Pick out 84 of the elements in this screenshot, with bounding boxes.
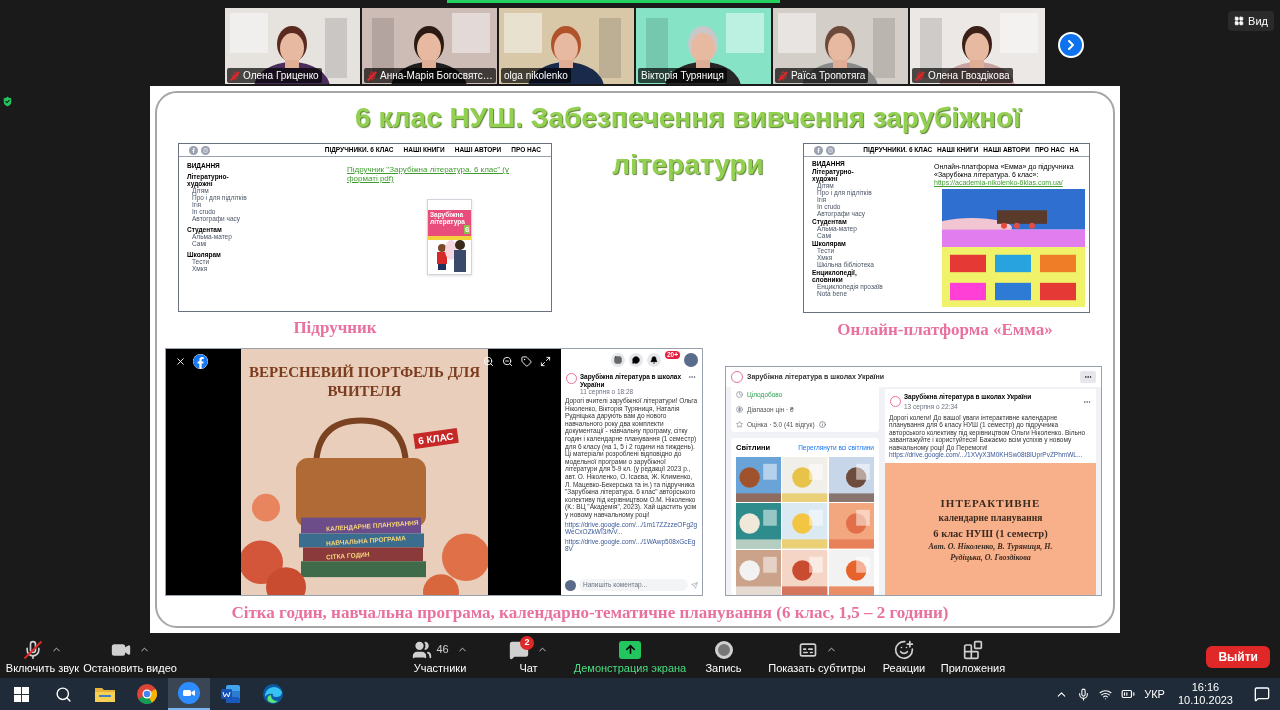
fullscreen-icon[interactable] (540, 356, 551, 367)
participants-button[interactable]: 46 Участники (397, 635, 483, 678)
search-icon (54, 685, 72, 703)
record-icon (714, 640, 733, 659)
slide-caption: Підручник (292, 317, 378, 339)
price-icon (736, 406, 743, 414)
image-grade: 6 клас НУШ (1 семестр) (933, 526, 1048, 541)
next-page-button[interactable] (1058, 32, 1084, 58)
participant-name: Олена Гвоздікова (928, 69, 1010, 83)
notifications-icon[interactable] (1254, 686, 1270, 702)
reactions-button[interactable]: Реакции (873, 635, 935, 678)
messenger-icon[interactable] (628, 353, 643, 367)
mic-muted-icon (915, 70, 925, 81)
reactions-icon (894, 639, 914, 660)
view-button[interactable]: Вид (1228, 11, 1274, 31)
mic-muted-icon (230, 70, 240, 81)
slide-title: літератури (612, 148, 764, 182)
more-icon (1084, 373, 1092, 381)
menu-icon[interactable] (610, 353, 625, 367)
slide-caption: Онлайн-платформа «Емма» (836, 319, 1054, 341)
instagram-icon[interactable] (826, 145, 835, 155)
page-avatar-icon (566, 373, 577, 384)
windows-logo-icon (13, 686, 29, 702)
grid-icon (1234, 16, 1245, 26)
slide-title: 6 клас НУШ. Забезпечення вивчення зарубіжної (355, 101, 1021, 135)
participant-tile[interactable]: Раїса Тропотяга (773, 8, 908, 84)
participant-tile[interactable]: Олена Гвоздікова (910, 8, 1045, 84)
edge-browser-icon (263, 684, 283, 704)
apps-icon (963, 639, 983, 660)
info-icon (818, 420, 826, 428)
clock-icon (736, 391, 743, 399)
page-avatar-icon (731, 371, 743, 383)
image-title: ІНТЕРАКТИВНЕ (940, 495, 1041, 511)
participant-name: Анна-Марія Богосвятс… (380, 69, 493, 83)
page-avatar-icon (890, 396, 901, 408)
wifi-icon[interactable] (1099, 687, 1113, 701)
pdf-link[interactable]: Підручник "Зарубіжна література. 6 клас" (у форматі pdf) (347, 165, 527, 183)
participant-name: Раїса Тропотяга (791, 69, 866, 83)
close-icon[interactable] (175, 356, 186, 367)
avatar-icon[interactable] (684, 353, 698, 367)
more-icon[interactable] (688, 373, 696, 381)
grade-label: 6 (464, 225, 471, 234)
record-button[interactable]: Запись (686, 635, 761, 678)
notifications-icon[interactable] (646, 353, 661, 367)
video-app-icon (178, 682, 200, 704)
chat-button[interactable]: 2 Чат (483, 635, 574, 678)
keyboard-language[interactable]: УКР (1144, 685, 1165, 703)
star-icon (736, 420, 743, 428)
participant-tile[interactable]: olga nikolenko (499, 8, 634, 84)
captions-button[interactable]: Показать субтитры (761, 635, 873, 678)
share-screen-button[interactable]: Демонстрация экрана (574, 635, 686, 678)
battery-icon[interactable] (1121, 687, 1136, 701)
unread-badge: 2 (520, 635, 534, 650)
mic-muted-icon (778, 70, 788, 81)
participant-tile[interactable]: Вікторія Туряниця (636, 8, 771, 84)
browser-icon (137, 684, 157, 704)
folder-icon (95, 686, 115, 702)
image-authors: Авт. О. Ніколенко, В. Туряниця, Н. Рудіцька, О. Гвоздікова (927, 541, 1054, 564)
participant-name: olga nikolenko (504, 69, 568, 83)
document-app-icon (221, 684, 241, 704)
mic-muted-icon (367, 70, 377, 81)
more-button[interactable] (1080, 371, 1096, 383)
video-app-button[interactable] (168, 678, 210, 710)
slide-caption: Сітка годин, навчальна програма, календарно-тематичне планування (6 клас, 1,5 – 2 години) (230, 602, 950, 624)
zoom-out-icon[interactable] (502, 356, 513, 367)
clock[interactable]: 16:16 10.10.2023 (1173, 681, 1237, 707)
tag-icon[interactable] (521, 356, 532, 367)
facebook-icon[interactable] (193, 354, 208, 369)
photo-title: ВЕРЕСНЕВИЙ ПОРТФЕЛЬ ДЛЯ ВЧИТЕЛЯ (248, 363, 481, 401)
participant-name: Вікторія Туряниця (641, 69, 724, 83)
participants-icon (412, 639, 433, 660)
mic-muted-icon (23, 639, 43, 660)
apps-button[interactable]: Приложения (935, 635, 1011, 678)
image-subtitle: календарне планування (938, 512, 1043, 526)
microphone-icon[interactable] (1077, 687, 1091, 701)
user-avatar-icon (565, 579, 576, 591)
leave-button[interactable]: Выйти (1206, 645, 1270, 668)
participant-tile[interactable]: Анна-Марія Богосвятс… (362, 8, 497, 84)
zoom-in-icon[interactable] (483, 356, 494, 367)
share-screen-icon (619, 640, 641, 659)
instagram-icon[interactable] (201, 145, 210, 155)
stop-video-button[interactable]: Остановить видео (85, 635, 175, 678)
participant-tile[interactable]: Олена Гриценко (225, 8, 360, 84)
participant-name: Олена Гриценко (243, 69, 319, 83)
